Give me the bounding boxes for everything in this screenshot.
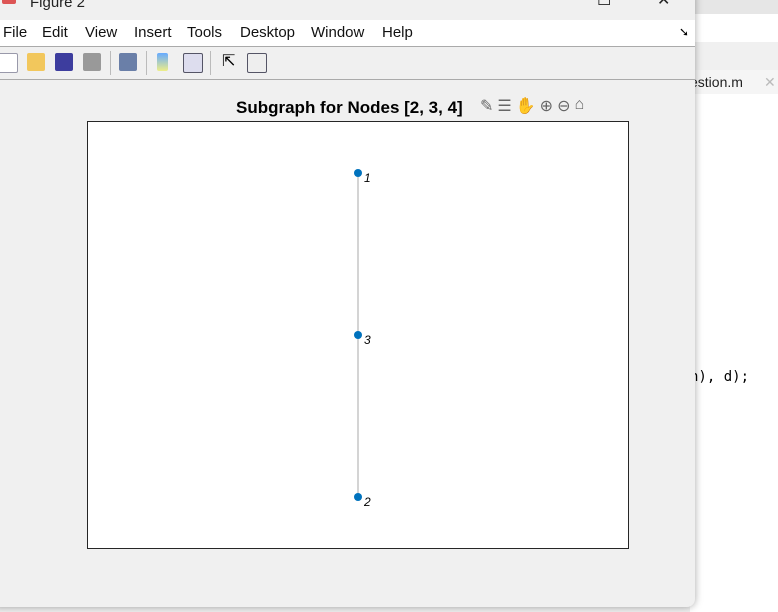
- plot-title: Subgraph for Nodes [2, 3, 4]: [236, 98, 463, 117]
- figure-window: Figure 2 ☐ ✕ File Edit View Insert Tools…: [0, 0, 695, 607]
- print-icon[interactable]: [83, 53, 101, 71]
- undock-icon[interactable]: ➘: [679, 25, 689, 39]
- menu-bar: File Edit View Insert Tools Desktop Wind…: [0, 20, 695, 47]
- menu-window[interactable]: Window: [311, 24, 364, 41]
- menu-edit[interactable]: Edit: [42, 24, 68, 41]
- zoom-in-icon[interactable]: ⊕: [540, 96, 553, 116]
- menu-view[interactable]: View: [85, 24, 117, 41]
- close-tab-icon[interactable]: ✕: [764, 74, 776, 91]
- pan-icon[interactable]: ✋: [516, 96, 536, 116]
- graph-node: [354, 169, 362, 177]
- title-bar: Figure 2 ☐ ✕: [0, 0, 695, 20]
- home-icon[interactable]: ⌂: [574, 96, 584, 116]
- menu-file[interactable]: File: [3, 24, 27, 41]
- separator: [110, 51, 111, 75]
- separator: [210, 51, 211, 75]
- open-file-icon[interactable]: [27, 53, 45, 71]
- node-label: 1: [364, 171, 371, 185]
- menu-desktop[interactable]: Desktop: [240, 24, 295, 41]
- figure-toolbar: ⇱: [0, 47, 695, 80]
- separator: [146, 51, 147, 75]
- property-inspector-icon[interactable]: [247, 53, 267, 73]
- axes-toolbar: ✎ ☰ ✋ ⊕ ⊖ ⌂: [480, 96, 584, 116]
- close-button[interactable]: ✕: [657, 0, 670, 10]
- editor-toolbar: [690, 14, 778, 43]
- graph-plot: 1 3 2: [354, 169, 371, 509]
- data-tips-icon[interactable]: ☰: [497, 96, 511, 116]
- editor-toolstrip: [690, 42, 778, 71]
- editor-background: estion.m ✕ h), d);: [690, 0, 778, 612]
- graph-node: [354, 493, 362, 501]
- save-icon[interactable]: [55, 53, 73, 71]
- colorbar-icon[interactable]: [157, 53, 168, 71]
- menu-help[interactable]: Help: [382, 24, 413, 41]
- node-label: 3: [364, 333, 371, 347]
- maximize-button[interactable]: ☐: [597, 0, 611, 10]
- matlab-icon: [2, 0, 16, 4]
- node-label: 2: [363, 495, 371, 509]
- graph-node: [354, 331, 362, 339]
- editor-tab-label: estion.m: [690, 74, 743, 90]
- editor-titlebar: [690, 0, 778, 15]
- link-plot-icon[interactable]: [119, 53, 137, 71]
- pointer-icon[interactable]: ⇱: [222, 51, 240, 70]
- menu-insert[interactable]: Insert: [134, 24, 172, 41]
- window-title: Figure 2: [30, 0, 86, 11]
- plot-axes[interactable]: 1 3 2: [87, 121, 629, 549]
- legend-icon[interactable]: [183, 53, 203, 73]
- editor-tab[interactable]: estion.m ✕: [690, 70, 778, 94]
- menu-tools[interactable]: Tools: [187, 24, 222, 41]
- brush-icon[interactable]: ✎: [480, 96, 493, 116]
- new-figure-icon[interactable]: [0, 53, 18, 73]
- code-line: h), d);: [690, 369, 750, 385]
- zoom-out-icon[interactable]: ⊖: [557, 96, 570, 116]
